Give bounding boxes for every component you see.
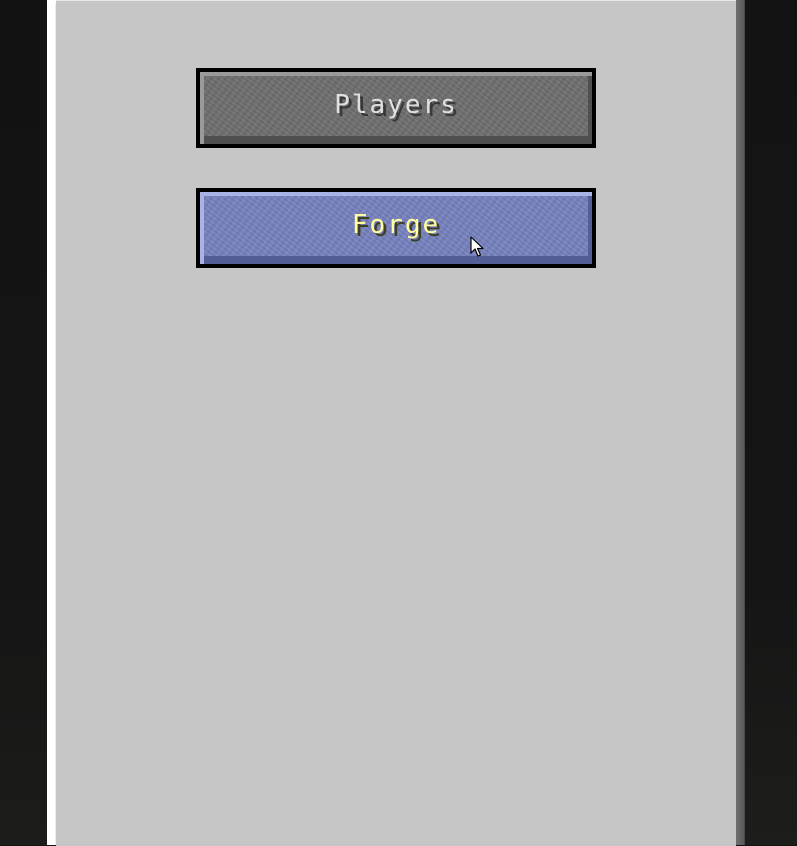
background-right <box>745 0 797 845</box>
players-button-label: Players <box>334 90 458 120</box>
forge-button[interactable]: Forge <box>196 188 596 268</box>
forge-button-label: Forge <box>351 210 441 240</box>
panel-border-left <box>47 0 60 845</box>
mouse-pointer-icon <box>470 236 484 257</box>
players-button[interactable]: Players <box>196 68 596 148</box>
background-left <box>0 0 47 845</box>
panel-border-right <box>736 0 745 845</box>
